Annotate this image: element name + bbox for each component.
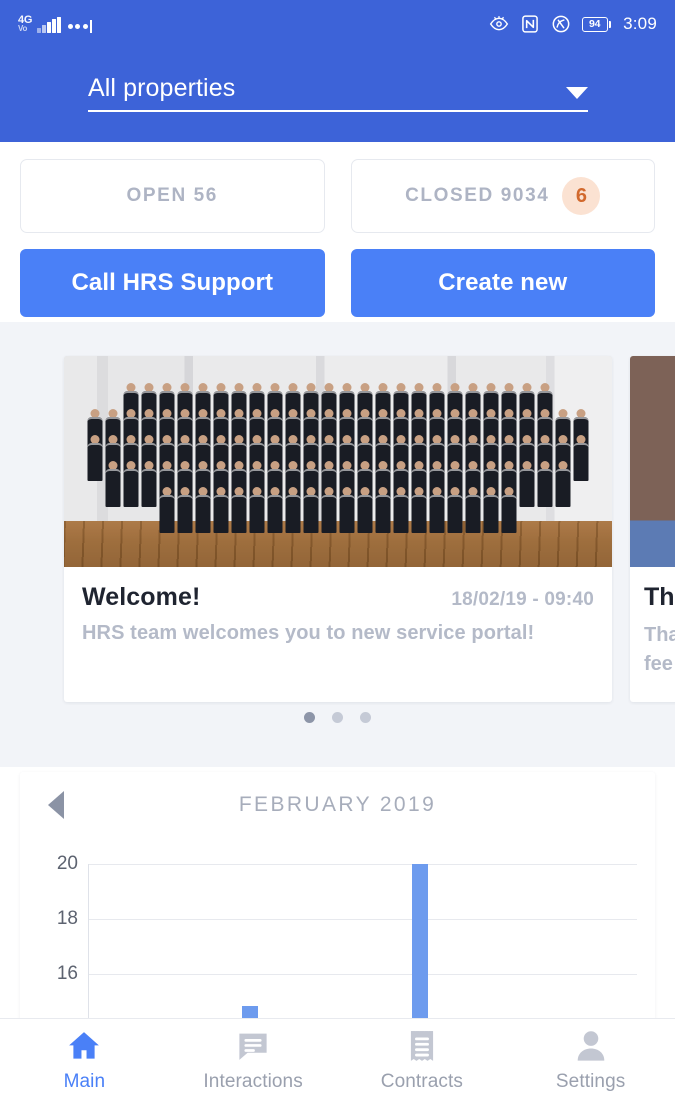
news-card-subtitle-line1: Tha	[644, 624, 675, 646]
person-icon	[577, 1030, 604, 1061]
home-icon	[69, 1031, 100, 1059]
nav-item-main[interactable]: Main	[0, 1027, 169, 1093]
news-card-image	[64, 356, 612, 567]
do-not-disturb-icon	[552, 15, 570, 33]
clock-label: 3:09	[623, 14, 657, 33]
y-axis-tick-label: 20	[56, 853, 78, 874]
carousel-dot[interactable]	[304, 712, 315, 723]
nav-item-settings[interactable]: Settings	[506, 1027, 675, 1093]
battery-level-label: 94	[581, 16, 608, 32]
ticket-stats-row: OPEN 56 CLOSED 9034 6	[0, 142, 675, 233]
news-card-subtitle: HRS team welcomes you to new service por…	[82, 622, 535, 644]
chevron-left-icon[interactable]	[48, 791, 64, 819]
gridline	[88, 864, 637, 865]
chart-plot-area: 20 18 16	[20, 838, 655, 1028]
news-card-date: 18/02/19 - 09:40	[451, 589, 594, 610]
nfc-icon	[521, 15, 538, 33]
nav-item-label: Settings	[555, 1070, 626, 1092]
network-type-label: 4G Vo	[18, 15, 32, 33]
gridline	[88, 974, 637, 975]
news-carousel-section: Welcome! 18/02/19 - 09:40 HRS team welco…	[0, 322, 675, 767]
news-card-header: Welcome! 18/02/19 - 09:40	[82, 583, 594, 612]
call-hrs-support-button[interactable]: Call HRS Support	[20, 249, 325, 317]
summary-section: OPEN 56 CLOSED 9034 6 Call HRS Support C…	[0, 142, 675, 322]
app-screen: 4G Vo 94 3:09 All properties OPEN 56 CLO…	[0, 0, 675, 1100]
carousel-dot[interactable]	[332, 712, 343, 723]
carousel-page-indicator[interactable]	[0, 712, 675, 723]
status-bar-left: 4G Vo	[18, 15, 92, 33]
nav-item-label: Contracts	[380, 1070, 463, 1092]
news-card[interactable]: Welcome! 18/02/19 - 09:40 HRS team welco…	[64, 356, 612, 702]
app-header: All properties	[0, 48, 675, 142]
y-axis-tick-label: 16	[56, 963, 78, 984]
primary-actions-row: Call HRS Support Create new	[0, 233, 675, 317]
open-tickets-card[interactable]: OPEN 56	[20, 159, 325, 233]
battery-cap	[609, 20, 612, 28]
closed-tickets-card[interactable]: CLOSED 9034 6	[350, 159, 655, 233]
news-card-body: The Tha fee	[630, 567, 675, 702]
status-bar: 4G Vo 94 3:09	[0, 0, 675, 48]
chevron-down-icon	[566, 87, 588, 99]
battery-icon: 94	[581, 16, 612, 32]
status-bar-right: 94 3:09	[489, 14, 657, 34]
signal-strength-icon	[37, 17, 61, 33]
news-card-title: The	[644, 583, 675, 611]
eye-icon	[489, 16, 508, 31]
nav-item-label: Main	[63, 1070, 106, 1092]
bottom-navigation-bar: Main Interactions Contracts Settings	[0, 1018, 675, 1100]
monthly-chart-card: FEBRUARY 2019 20 18 16	[20, 772, 655, 1030]
chat-bubble-icon	[239, 1033, 267, 1060]
nav-item-label: Interactions	[203, 1070, 303, 1092]
news-card-body: Welcome! 18/02/19 - 09:40 HRS team welco…	[64, 567, 612, 669]
carousel-dot[interactable]	[360, 712, 371, 723]
news-card-subtitle-line2: fee	[644, 653, 673, 675]
chart-header: FEBRUARY 2019	[20, 772, 655, 838]
photo-group-of-people	[64, 373, 612, 533]
property-selector-value: All properties	[88, 74, 236, 102]
network-sub-text: Vo	[18, 24, 28, 33]
second-sim-icon	[67, 20, 92, 33]
create-new-button[interactable]: Create new	[350, 249, 655, 317]
receipt-icon	[410, 1030, 433, 1061]
news-carousel[interactable]: Welcome! 18/02/19 - 09:40 HRS team welco…	[64, 356, 675, 702]
y-axis-line	[88, 864, 89, 1028]
y-axis-tick-label: 18	[56, 908, 78, 929]
closed-tickets-label: CLOSED 9034	[405, 185, 550, 206]
news-card-image	[630, 356, 675, 567]
nav-item-contracts[interactable]: Contracts	[338, 1027, 507, 1093]
gridline	[88, 919, 637, 920]
nav-item-interactions[interactable]: Interactions	[169, 1027, 338, 1093]
chart-bar[interactable]	[412, 864, 428, 1028]
news-card-next-preview[interactable]: The Tha fee	[630, 356, 675, 702]
property-selector[interactable]: All properties	[88, 74, 588, 112]
closed-tickets-badge: 6	[562, 177, 601, 215]
chart-month-title: FEBRUARY 2019	[238, 793, 437, 816]
news-card-title: Welcome!	[82, 583, 201, 611]
open-tickets-label: OPEN 56	[126, 185, 218, 206]
